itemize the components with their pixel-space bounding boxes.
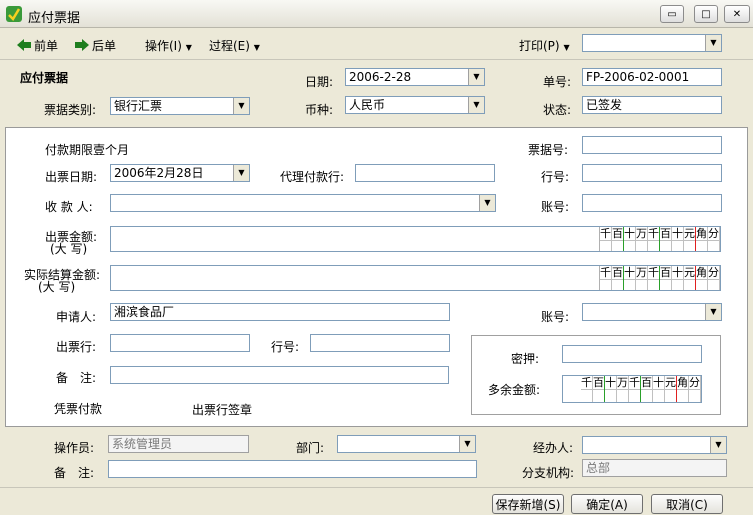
footer-note-label: 备 注: — [54, 466, 95, 480]
maximize-icon: □ — [701, 8, 711, 20]
voucher-text: 凭票付款 — [54, 402, 103, 416]
operate-label: 操作(I) — [145, 39, 182, 53]
bill-no-field[interactable] — [582, 136, 722, 154]
settle-digit-grid: 千百十万千百十元角分 — [599, 266, 720, 290]
payee-label: 收 款 人: — [45, 200, 93, 214]
process-menu[interactable]: 过程(E) ▼ — [209, 37, 260, 54]
secret-label: 密押: — [511, 352, 540, 366]
issue-date-label: 出票日期: — [45, 170, 98, 184]
secret-field[interactable] — [562, 345, 702, 363]
prev-button[interactable]: 前单 — [16, 36, 58, 54]
print-label: 打印(P) — [519, 39, 560, 53]
issue-bank-field[interactable] — [110, 334, 250, 352]
branch-field[interactable]: 总部 — [582, 459, 727, 477]
bank-no-label: 行号: — [541, 170, 570, 184]
dropdown-arrow-icon[interactable]: ▼ — [705, 304, 721, 320]
chevron-down-icon: ▼ — [185, 43, 192, 52]
amount-label-sub: (大 写) — [50, 242, 88, 256]
dropdown-arrow-icon[interactable]: ▼ — [233, 98, 249, 114]
sign-text: 出票行签章 — [192, 403, 253, 417]
period-text: 付款期限壹个月 — [45, 143, 130, 157]
settle-field[interactable]: 千百十万千百十元角分 — [110, 265, 721, 291]
dropdown-arrow-icon[interactable]: ▼ — [705, 35, 721, 51]
dropdown-arrow-icon[interactable]: ▼ — [468, 97, 484, 113]
account2-label: 账号: — [541, 310, 570, 324]
chevron-down-icon: ▼ — [563, 43, 570, 52]
footer-divider — [0, 487, 753, 488]
bill-no-label: 票据号: — [528, 143, 569, 157]
date-label: 日期: — [305, 75, 334, 89]
number-field[interactable]: FP-2006-02-0001 — [582, 68, 722, 86]
toolbar: 前单 后单 操作(I) ▼ 过程(E) ▼ 打印(P) ▼ ▼ — [0, 29, 753, 60]
arrow-left-icon — [17, 39, 31, 51]
status-label: 状态: — [543, 103, 572, 117]
footer-note-field[interactable] — [108, 460, 477, 478]
prev-label: 前单 — [34, 38, 59, 53]
dropdown-arrow-icon[interactable]: ▼ — [459, 436, 475, 452]
section-title: 应付票据 — [20, 71, 69, 85]
cancel-button[interactable]: 取消(C) — [651, 494, 723, 514]
applicant-label: 申请人: — [56, 310, 97, 324]
handler-label: 经办人: — [533, 441, 574, 455]
dept-select[interactable]: ▼ — [337, 435, 476, 453]
handler-select[interactable]: ▼ — [582, 436, 727, 454]
surplus-label: 多余金额: — [488, 383, 541, 397]
window-title: 应付票据 — [28, 11, 81, 26]
amount-field[interactable]: 千百十万千百十元角分 — [110, 226, 721, 252]
close-icon: ✕ — [732, 8, 742, 20]
chevron-down-icon: ▼ — [253, 43, 260, 52]
agent-bank-field[interactable] — [355, 164, 495, 182]
branch-label: 分支机构: — [522, 466, 575, 480]
operator-label: 操作员: — [54, 441, 95, 455]
note-field[interactable] — [110, 366, 449, 384]
issue-date-field[interactable]: 2006年2月28日 ▼ — [110, 164, 250, 182]
process-label: 过程(E) — [209, 39, 250, 53]
dropdown-arrow-icon[interactable]: ▼ — [479, 195, 495, 211]
save-new-button[interactable]: 保存新增(S) — [492, 494, 564, 514]
issue-bank-label: 出票行: — [56, 340, 97, 354]
next-label: 后单 — [92, 38, 117, 53]
minimize-button[interactable]: ▭ — [660, 5, 684, 23]
dropdown-arrow-icon[interactable]: ▼ — [710, 437, 726, 453]
agent-bank-label: 代理付款行: — [280, 170, 345, 184]
maximize-button[interactable]: □ — [694, 5, 718, 23]
next-button[interactable]: 后单 — [74, 36, 116, 54]
currency-select[interactable]: 人民币 ▼ — [345, 96, 485, 114]
date-field[interactable]: 2006-2-28 ▼ — [345, 68, 485, 86]
minimize-icon: ▭ — [667, 8, 677, 20]
operator-field[interactable]: 系统管理员 — [108, 435, 249, 453]
account2-select[interactable]: ▼ — [582, 303, 722, 321]
arrow-right-icon — [75, 39, 89, 51]
close-button[interactable]: ✕ — [724, 5, 750, 23]
bank-no2-field[interactable] — [310, 334, 450, 352]
bank-no-field[interactable] — [582, 164, 722, 182]
account-label: 账号: — [541, 200, 570, 214]
dropdown-arrow-icon[interactable]: ▼ — [233, 165, 249, 181]
print-menu[interactable]: 打印(P) ▼ — [519, 37, 570, 54]
amount-digit-grid: 千百十万千百十元角分 — [599, 227, 720, 251]
payee-select[interactable]: ▼ — [110, 194, 496, 212]
bank-no2-label: 行号: — [271, 340, 300, 354]
status-field[interactable]: 已签发 — [582, 96, 722, 114]
dept-label: 部门: — [296, 441, 325, 455]
ok-button[interactable]: 确定(A) — [571, 494, 643, 514]
account-field[interactable] — [582, 194, 722, 212]
surplus-digit-grid: 千百十万千百十元角分 — [581, 376, 701, 402]
operate-menu[interactable]: 操作(I) ▼ — [145, 37, 192, 54]
surplus-field[interactable]: 千百十万千百十元角分 — [562, 375, 702, 403]
note-label: 备 注: — [56, 371, 97, 385]
currency-label: 币种: — [305, 103, 334, 117]
title-bar: 应付票据 ▭ □ ✕ — [0, 0, 753, 28]
dropdown-arrow-icon[interactable]: ▼ — [468, 69, 484, 85]
print-template-select[interactable]: ▼ — [582, 34, 722, 52]
app-icon — [6, 6, 22, 22]
applicant-field[interactable]: 湘滨食品厂 — [110, 303, 450, 321]
bill-type-label: 票据类别: — [44, 103, 97, 117]
settle-label-sub: (大 写) — [38, 280, 76, 294]
bill-type-select[interactable]: 银行汇票 ▼ — [110, 97, 250, 115]
number-label: 单号: — [543, 75, 572, 89]
